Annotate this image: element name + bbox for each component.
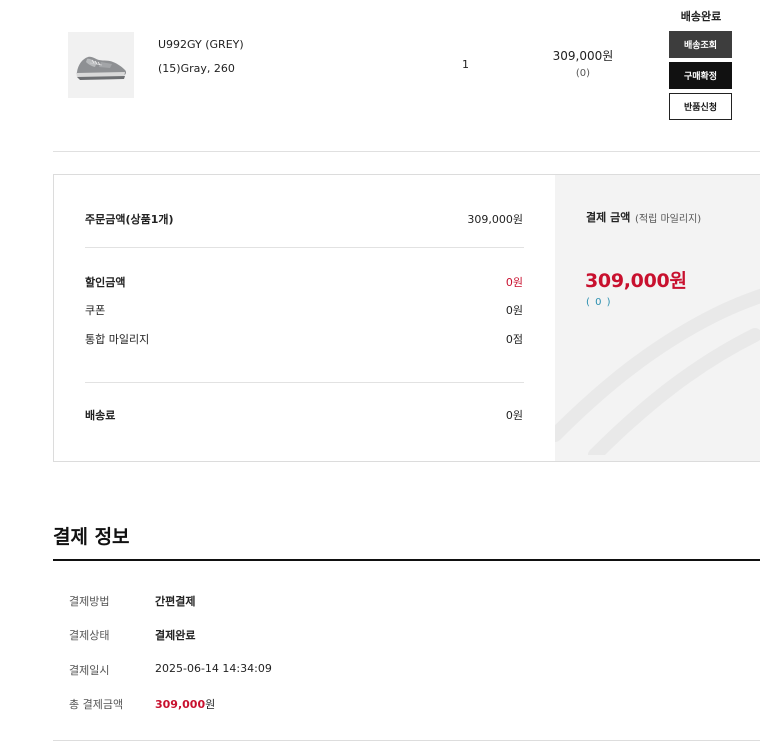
total-payment-label: 총 결제금액 <box>69 698 124 711</box>
product-quantity: 1 <box>462 58 469 71</box>
mileage-value: 0점 <box>505 333 523 346</box>
payment-date-label: 결제일시 <box>69 664 110 677</box>
product-option: (15)Gray, 260 <box>158 62 235 75</box>
product-thumbnail[interactable] <box>68 32 134 98</box>
total-payment-amount: 309,000 <box>155 698 206 711</box>
shipping-status: 배송완료 <box>680 10 722 23</box>
product-price: 309,000원 <box>552 49 614 63</box>
order-amount-value: 309,000원 <box>467 213 523 226</box>
track-shipment-button[interactable]: 배송조회 <box>669 31 732 58</box>
order-product-row: U992GY (GREY) (15)Gray, 260 1 309,000원 (… <box>53 0 760 152</box>
delivery-fee-label: 배송료 <box>85 409 116 422</box>
product-name[interactable]: U992GY (GREY) <box>158 38 244 51</box>
earned-mileage-value: ( 0 ) <box>586 297 612 308</box>
payment-status-label: 결제상태 <box>69 629 110 642</box>
bottom-divider <box>53 740 760 741</box>
payment-amount-subtitle: (적립 마일리지) <box>635 214 702 225</box>
discount-label: 할인금액 <box>85 276 126 289</box>
payment-date-value: 2025-06-14 14:34:09 <box>155 662 272 675</box>
coupon-value: 0원 <box>505 304 523 317</box>
amount-breakdown: 주문금액(상품1개) 309,000원 할인금액 0원 쿠폰 0원 통합 마일리… <box>54 175 555 461</box>
order-amount-label: 주문금액(상품1개) <box>85 213 174 226</box>
payment-info-title: 결제 정보 <box>53 526 130 548</box>
total-payment-value: 309,000원 <box>155 696 215 712</box>
discount-value: 0원 <box>505 276 523 289</box>
order-summary-box: 주문금액(상품1개) 309,000원 할인금액 0원 쿠폰 0원 통합 마일리… <box>53 174 760 462</box>
payment-method-value: 간편결제 <box>155 595 196 608</box>
payment-status-value: 결제완료 <box>155 629 196 642</box>
payment-amount-total: 309,000원 <box>585 270 687 292</box>
section-divider <box>53 559 760 561</box>
payment-method-label: 결제방법 <box>69 595 110 608</box>
product-point: (0) <box>575 68 591 79</box>
payment-amount-title: 결제 금액 <box>586 211 631 224</box>
mileage-label: 통합 마일리지 <box>85 333 150 346</box>
summary-divider <box>85 247 524 248</box>
delivery-fee-value: 0원 <box>505 409 523 422</box>
sneaker-icon <box>68 32 134 98</box>
total-payment-unit: 원 <box>205 698 216 711</box>
payment-amount-panel: 결제 금액 (적립 마일리지) 309,000원 ( 0 ) <box>555 175 760 461</box>
coupon-label: 쿠폰 <box>85 304 106 317</box>
request-return-button[interactable]: 반품신청 <box>669 93 732 120</box>
confirm-purchase-button[interactable]: 구매확정 <box>669 62 732 89</box>
summary-divider <box>85 382 524 383</box>
